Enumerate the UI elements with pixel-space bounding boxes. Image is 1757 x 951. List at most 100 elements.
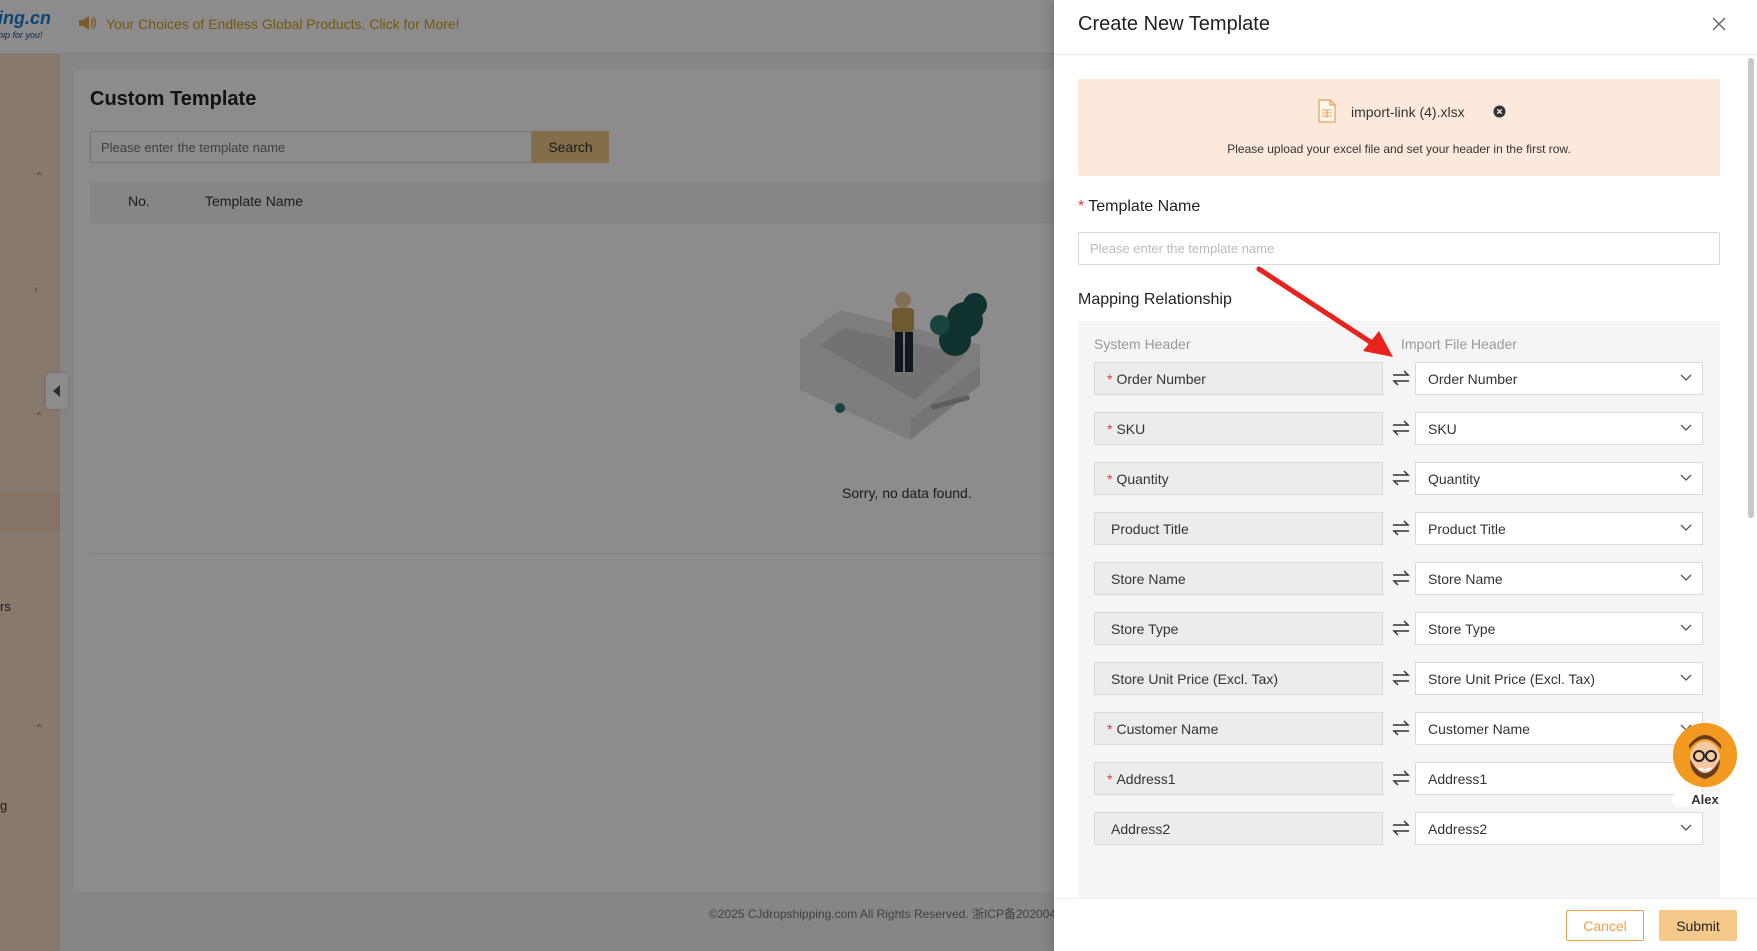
system-header-label: System Header — [1094, 336, 1191, 352]
chevron-down-icon — [1680, 824, 1692, 831]
swap-arrows-icon — [1392, 720, 1410, 736]
mapping-relationship-label: Mapping Relationship — [1078, 291, 1232, 308]
swap-arrows-icon — [1392, 370, 1410, 386]
excel-file-icon — [1318, 99, 1336, 123]
remove-file-icon[interactable] — [1493, 105, 1506, 118]
system-header-text: Customer Name — [1116, 721, 1219, 737]
chevron-down-icon — [1680, 374, 1692, 381]
upload-hint: Please upload your excel file and set yo… — [1227, 142, 1571, 156]
template-name-input[interactable] — [1078, 232, 1720, 265]
template-name-label: * Template Name — [1078, 198, 1200, 216]
drawer-body: import-link (4).xlsx Please upload your … — [1054, 56, 1757, 898]
upload-area[interactable]: import-link (4).xlsx Please upload your … — [1078, 79, 1720, 176]
chevron-down-icon — [1680, 674, 1692, 681]
drawer-scrollbar-thumb[interactable] — [1748, 58, 1754, 518]
uploaded-file-name: import-link (4).xlsx — [1351, 104, 1465, 120]
system-header-text: Store Name — [1111, 571, 1186, 587]
create-template-drawer: Create New Template import-link (4).xlsx… — [1054, 0, 1757, 951]
mapping-row: * Quantity Quantity — [1094, 462, 1704, 495]
system-header-field: Store Unit Price (Excl. Tax) — [1094, 662, 1383, 695]
required-marker: * — [1107, 771, 1113, 787]
import-header-value: SKU — [1428, 421, 1457, 437]
import-header-select[interactable]: Store Unit Price (Excl. Tax) — [1415, 662, 1703, 695]
agent-avatar[interactable] — [1673, 723, 1737, 787]
drawer-title: Create New Template — [1078, 13, 1270, 35]
swap-arrows-icon — [1392, 820, 1410, 836]
required-marker: * — [1107, 421, 1113, 437]
system-header-text: Store Type — [1111, 621, 1179, 637]
mapping-row: * Customer Name Customer Name — [1094, 712, 1704, 745]
mapping-row: Product Title Product Title — [1094, 512, 1704, 545]
import-header-value: Address1 — [1428, 771, 1488, 787]
import-header-value: Store Type — [1428, 621, 1496, 637]
system-header-text: Store Unit Price (Excl. Tax) — [1111, 671, 1279, 687]
annotation-arrow — [1256, 266, 1393, 357]
import-header-select[interactable]: Address1 — [1415, 762, 1703, 795]
chevron-down-icon — [1680, 524, 1692, 531]
system-header-field: * Customer Name — [1094, 712, 1383, 745]
mapping-row: Store Unit Price (Excl. Tax) Store Unit P… — [1094, 662, 1704, 695]
system-header-field: Store Type — [1094, 612, 1383, 645]
import-header-value: Product Title — [1428, 521, 1506, 537]
system-header-field: Address2 — [1094, 812, 1383, 845]
drawer-footer: Cancel Submit — [1054, 898, 1757, 951]
mapping-row: * Order Number Order Number — [1094, 362, 1704, 395]
chevron-down-icon — [1680, 424, 1692, 431]
system-header-field: * Address1 — [1094, 762, 1383, 795]
mapping-row: Address2 Address2 — [1094, 812, 1704, 845]
mapping-row: Store Name Store Name — [1094, 562, 1704, 595]
import-header-select[interactable]: Order Number — [1415, 362, 1703, 395]
import-header-select[interactable]: Product Title — [1415, 512, 1703, 545]
import-header-value: Customer Name — [1428, 721, 1530, 737]
system-header-text: Quantity — [1116, 471, 1169, 487]
mapping-row: * SKU SKU — [1094, 412, 1704, 445]
system-header-field: * Order Number — [1094, 362, 1383, 395]
mapping-panel: System Header Import File Header * Order … — [1078, 321, 1720, 898]
chevron-down-icon — [1680, 574, 1692, 581]
swap-arrows-icon — [1392, 520, 1410, 536]
import-header-value: Order Number — [1428, 371, 1518, 387]
required-marker: * — [1078, 198, 1085, 215]
required-marker: * — [1107, 371, 1113, 387]
swap-arrows-icon — [1392, 770, 1410, 786]
system-header-field: * Quantity — [1094, 462, 1383, 495]
drawer-header: Create New Template — [1054, 0, 1757, 55]
swap-arrows-icon — [1392, 570, 1410, 586]
system-header-field: Store Name — [1094, 562, 1383, 595]
swap-arrows-icon — [1392, 420, 1410, 436]
required-marker: * — [1107, 721, 1113, 737]
system-header-field: * SKU — [1094, 412, 1383, 445]
import-header-value: Address2 — [1428, 821, 1488, 837]
system-header-text: Address1 — [1116, 771, 1176, 787]
import-header-value: Store Unit Price (Excl. Tax) — [1428, 671, 1596, 687]
template-name-label-text: Template Name — [1088, 198, 1201, 215]
import-file-header-label: Import File Header — [1401, 336, 1517, 352]
import-header-value: Quantity — [1428, 471, 1481, 487]
system-header-text: Order Number — [1116, 371, 1206, 387]
import-header-select[interactable]: Store Name — [1415, 562, 1703, 595]
submit-button[interactable]: Submit — [1659, 910, 1737, 941]
chevron-down-icon — [1680, 474, 1692, 481]
import-header-select[interactable]: Customer Name — [1415, 712, 1703, 745]
agent-avatar-icon — [1673, 723, 1737, 787]
system-header-field: Product Title — [1094, 512, 1383, 545]
import-header-select[interactable]: SKU — [1415, 412, 1703, 445]
import-header-value: Store Name — [1428, 571, 1503, 587]
agent-name: Alex — [1672, 792, 1738, 807]
swap-arrows-icon — [1392, 470, 1410, 486]
mapping-row: * Address1 Address1 — [1094, 762, 1704, 795]
swap-arrows-icon — [1392, 620, 1410, 636]
import-header-select[interactable]: Address2 — [1415, 812, 1703, 845]
system-header-text: Address2 — [1111, 821, 1171, 837]
import-header-select[interactable]: Store Type — [1415, 612, 1703, 645]
support-chat-widget[interactable]: Alex — [1672, 720, 1738, 810]
chevron-down-icon — [1680, 624, 1692, 631]
system-header-text: Product Title — [1111, 521, 1189, 537]
import-header-select[interactable]: Quantity — [1415, 462, 1703, 495]
cancel-button[interactable]: Cancel — [1566, 910, 1644, 941]
close-icon[interactable] — [1709, 14, 1729, 34]
mapping-row: Store Type Store Type — [1094, 612, 1704, 645]
required-marker: * — [1107, 471, 1113, 487]
swap-arrows-icon — [1392, 670, 1410, 686]
system-header-text: SKU — [1116, 421, 1146, 437]
